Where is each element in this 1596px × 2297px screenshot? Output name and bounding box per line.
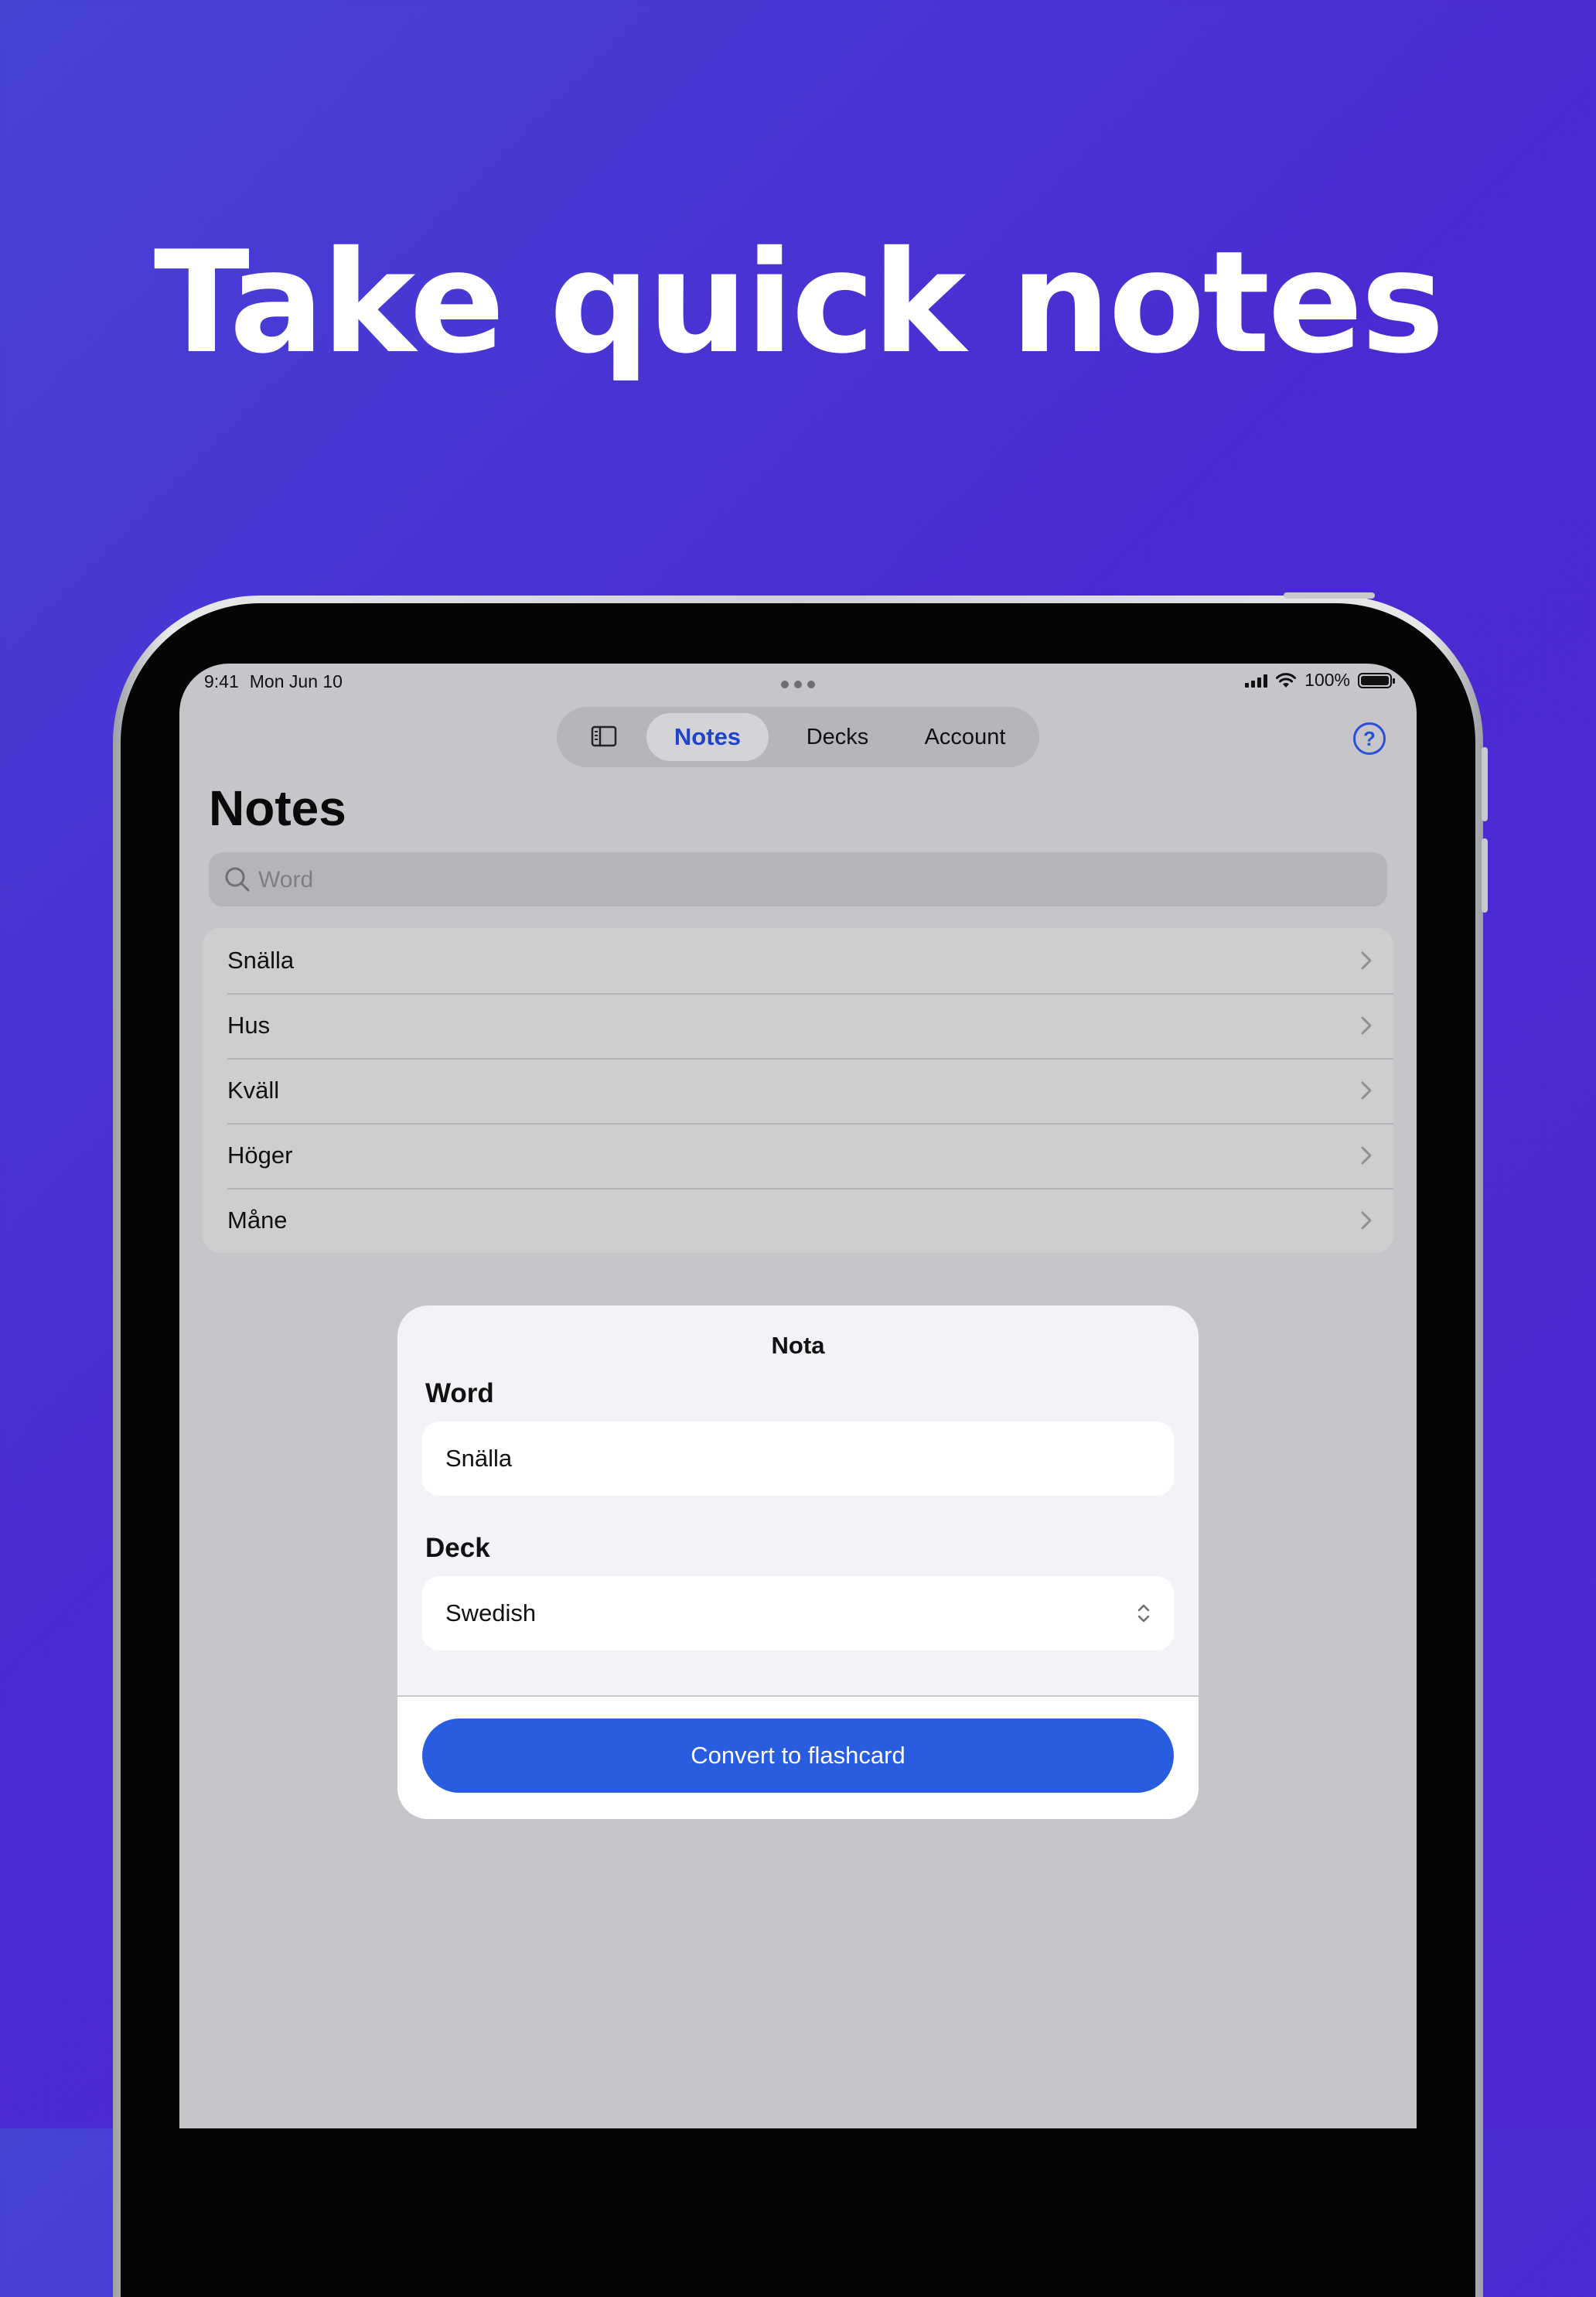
sidebar-toggle-icon[interactable] xyxy=(591,724,617,749)
deck-label: Deck xyxy=(425,1533,490,1563)
multitasking-dots-icon[interactable] xyxy=(781,681,815,688)
list-item[interactable]: Måne xyxy=(203,1188,1393,1253)
list-item[interactable]: Snälla xyxy=(203,928,1393,993)
search-input[interactable] xyxy=(257,852,1342,908)
list-item-label: Höger xyxy=(227,1142,293,1169)
list-item-label: Kväll xyxy=(227,1077,280,1104)
device-volume-down-button xyxy=(1482,838,1488,913)
list-item[interactable]: Hus xyxy=(203,993,1393,1058)
wifi-icon xyxy=(1276,672,1297,688)
word-field[interactable]: Snälla xyxy=(422,1422,1174,1496)
tab-decks[interactable]: Decks xyxy=(779,713,895,761)
dialog-title: Nota xyxy=(771,1332,825,1359)
word-label: Word xyxy=(425,1378,494,1408)
chevron-right-icon xyxy=(1361,1081,1372,1100)
headline: Take quick notes xyxy=(153,220,1444,384)
list-item[interactable]: Kväll xyxy=(203,1058,1393,1123)
tab-bar: Notes Decks Account xyxy=(557,707,1039,767)
word-field-value: Snälla xyxy=(445,1445,513,1472)
list-item-label: Måne xyxy=(227,1207,288,1234)
app-screen: 9:41 Mon Jun 10 100% Notes Decks Account … xyxy=(179,664,1417,2128)
dialog-footer: Convert to flashcard xyxy=(397,1695,1199,1819)
chevron-right-icon xyxy=(1361,1211,1372,1230)
chevron-right-icon xyxy=(1361,951,1372,970)
cellular-signal-icon xyxy=(1245,674,1268,688)
chevron-up-down-icon xyxy=(1137,1604,1150,1623)
status-bar-left: 9:41 Mon Jun 10 xyxy=(204,671,353,692)
status-date: Mon Jun 10 xyxy=(249,671,343,691)
device-top-button xyxy=(1284,592,1375,599)
status-bar-right: 100% xyxy=(1245,670,1395,691)
deck-select[interactable]: Swedish xyxy=(422,1576,1174,1650)
help-button[interactable]: ? xyxy=(1353,722,1386,755)
battery-icon xyxy=(1358,672,1395,688)
notes-list: Snälla Hus Kväll Höger Måne xyxy=(203,928,1393,1253)
deck-select-value: Swedish xyxy=(445,1599,537,1626)
tab-notes[interactable]: Notes xyxy=(646,713,769,761)
nota-dialog: Nota Word Snälla Deck Swedish Convert to… xyxy=(397,1306,1199,1819)
list-item-label: Snälla xyxy=(227,947,295,974)
search-icon xyxy=(225,867,250,892)
battery-percent: 100% xyxy=(1304,670,1350,690)
chevron-right-icon xyxy=(1361,1016,1372,1035)
convert-to-flashcard-button[interactable]: Convert to flashcard xyxy=(422,1718,1174,1793)
status-time: 9:41 xyxy=(204,671,239,691)
page-title: Notes xyxy=(209,780,346,836)
chevron-right-icon xyxy=(1361,1146,1372,1165)
tab-account[interactable]: Account xyxy=(903,713,1027,761)
list-item-label: Hus xyxy=(227,1012,271,1039)
search-bar[interactable] xyxy=(209,852,1387,908)
device-volume-up-button xyxy=(1482,747,1488,821)
list-item[interactable]: Höger xyxy=(203,1123,1393,1188)
